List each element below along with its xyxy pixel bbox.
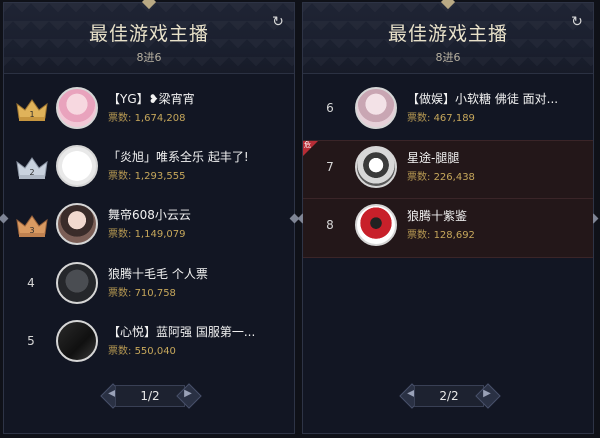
avatar	[56, 203, 98, 245]
avatar	[56, 320, 98, 362]
vote-count: 票数: 467,189	[407, 109, 475, 124]
danger-tag-label: 危	[304, 141, 311, 149]
streamer-name: 狼腾十紫鉴	[407, 209, 468, 223]
avatar	[56, 262, 98, 304]
chevron-right-icon[interactable]: ▶	[479, 388, 495, 404]
panel-title: 最佳游戏主播	[88, 23, 209, 45]
vote-count: 票数: 226,438	[407, 168, 475, 183]
rank-number: 3	[29, 226, 35, 235]
panel-title: 最佳游戏主播	[387, 23, 508, 45]
list-item[interactable]: 危 7 星途-腿腿 票数: 226,438	[303, 140, 593, 200]
votes-label: 票数:	[108, 229, 132, 240]
chevron-right-icon[interactable]: ▶	[180, 388, 196, 404]
refresh-icon[interactable]: ↻	[270, 14, 286, 30]
rank-number: 8	[326, 218, 334, 232]
pagination: ◀ 1/2 ▶	[95, 383, 205, 409]
list-item[interactable]: 4 狼腾十毛毛 个人票 票数: 710,758	[4, 257, 294, 315]
list-item[interactable]: 2 「炎旭」唯系全乐 起丰了! 票数: 1,293,555	[4, 140, 294, 198]
rank-number: 6	[326, 101, 334, 115]
rank-number: 7	[326, 160, 334, 174]
rank-number: 5	[27, 334, 35, 348]
rank-number: 4	[27, 276, 35, 290]
vote-count: 票数: 1,149,079	[108, 225, 185, 240]
vote-count: 票数: 1,674,208	[108, 109, 185, 124]
panel-subtitle: 8进6	[136, 51, 162, 64]
streamer-name: 【心悦】蓝阿强 国服第一...	[108, 325, 256, 339]
streamer-vote-panel-page-2: 最佳游戏主播 8进6 ↻ 6 【做娱】小软糖 佛徒 面对... 票数: 467,…	[297, 0, 599, 434]
votes-value: 1,674,208	[134, 113, 186, 124]
avatar	[56, 87, 98, 129]
avatar	[355, 146, 397, 188]
panel-subtitle: 8进6	[435, 51, 461, 64]
streamer-name: 星途-腿腿	[407, 151, 460, 165]
votes-label: 票数:	[108, 288, 132, 299]
votes-label: 票数:	[108, 113, 132, 124]
votes-value: 1,149,079	[134, 229, 186, 240]
votes-value: 710,758	[134, 288, 176, 299]
rank-number: 2	[29, 168, 35, 177]
streamer-name: 狼腾十毛毛 个人票	[108, 267, 208, 281]
vote-count: 票数: 128,692	[407, 226, 475, 241]
streamer-name: 【YG】❥梁宵宵	[108, 92, 195, 106]
pagination: ◀ 2/2 ▶	[394, 383, 504, 409]
list-item[interactable]: 6 【做娱】小软糖 佛徒 面对... 票数: 467,189	[303, 82, 593, 140]
list-item[interactable]: 1 【YG】❥梁宵宵 票数: 1,674,208	[4, 82, 294, 140]
avatar	[355, 204, 397, 246]
page-indicator: 1/2	[140, 389, 160, 403]
refresh-icon[interactable]: ↻	[569, 14, 585, 30]
votes-label: 票数:	[407, 172, 431, 183]
vote-count: 票数: 550,040	[108, 342, 176, 357]
streamer-vote-panel-page-1: 最佳游戏主播 8进6 ↻ 1 【YG】❥梁宵宵 票数: 1,674,208 2 …	[0, 0, 300, 434]
avatar	[56, 145, 98, 187]
list-item[interactable]: 5 【心悦】蓝阿强 国服第一... 票数: 550,040	[4, 315, 294, 373]
votes-value: 467,189	[433, 113, 475, 124]
votes-value: 226,438	[433, 172, 475, 183]
vote-count: 票数: 710,758	[108, 284, 176, 299]
list-item[interactable]: 8 狼腾十紫鉴 票数: 128,692	[303, 198, 593, 258]
votes-value: 550,040	[134, 346, 176, 357]
vote-count: 票数: 1,293,555	[108, 167, 185, 182]
streamer-name: 「炎旭」唯系全乐 起丰了!	[108, 150, 249, 164]
votes-label: 票数:	[407, 230, 431, 241]
list-item[interactable]: 3 舞帝608小云云 票数: 1,149,079	[4, 198, 294, 256]
rank-number: 1	[29, 110, 35, 119]
streamer-name: 舞帝608小云云	[108, 208, 191, 222]
page-indicator: 2/2	[439, 389, 459, 403]
votes-value: 1,293,555	[134, 171, 186, 182]
votes-value: 128,692	[433, 230, 475, 241]
votes-label: 票数:	[407, 113, 431, 124]
votes-label: 票数:	[108, 346, 132, 357]
streamer-name: 【做娱】小软糖 佛徒 面对...	[407, 92, 559, 106]
votes-label: 票数:	[108, 171, 132, 182]
avatar	[355, 87, 397, 129]
